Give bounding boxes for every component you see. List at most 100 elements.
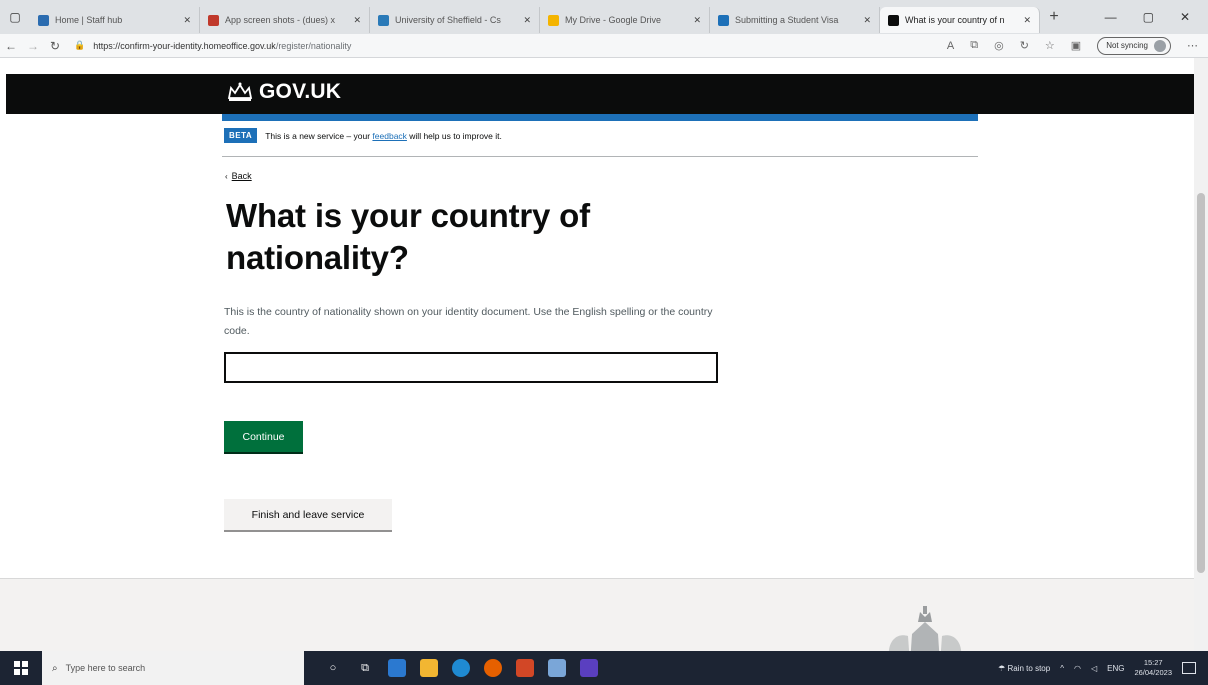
office-app-icon[interactable]: [516, 659, 534, 677]
taskbar-search[interactable]: ⌕ Type here to search: [42, 651, 304, 685]
url-path: /register/nationality: [275, 40, 352, 51]
wifi-icon[interactable]: ◠: [1074, 664, 1081, 673]
browser-address-bar: ← → ↻ 🔒 https://confirm-your-identity.ho…: [0, 34, 1208, 58]
clock-time: 15:27: [1143, 658, 1163, 667]
paint-app-icon[interactable]: [580, 659, 598, 677]
address-bar-actions: A ⧉ ◎ ↻ ☆ ▣ Not syncing ⋯: [947, 36, 1208, 55]
cortana-icon[interactable]: ○: [324, 659, 342, 677]
system-tray: ☂ Rain to stop ^ ◠ ◁ ENG 15:27 26/04/202…: [998, 658, 1208, 678]
window-menu-icon[interactable]: ▢: [0, 0, 30, 34]
forward-arrow-icon[interactable]: →: [22, 39, 44, 53]
browser-tab[interactable]: Submitting a Student Visa ✕: [710, 7, 880, 33]
page-scrollbar[interactable]: [1194, 58, 1208, 651]
header-blue-rule: [222, 114, 978, 121]
clock-date: 26/04/2023: [1134, 668, 1172, 677]
edge-browser-icon[interactable]: [452, 659, 470, 677]
profile-avatar-icon: [1154, 39, 1166, 52]
input-language[interactable]: ENG: [1107, 664, 1124, 673]
mail-app-icon[interactable]: [388, 659, 406, 677]
tab-label: What is your country of n: [905, 15, 1005, 25]
tab-label: App screen shots - (dues) x: [225, 15, 336, 25]
browser-tab[interactable]: Home | Staff hub ✕: [30, 7, 200, 33]
tab-label: Submitting a Student Visa: [735, 15, 839, 25]
nationality-input[interactable]: [224, 352, 718, 383]
read-aloud-icon[interactable]: A: [947, 40, 954, 52]
tracking-icon[interactable]: ◎: [994, 39, 1004, 52]
favorites-star-icon[interactable]: ☆: [1045, 39, 1055, 52]
phase-banner-divider: [222, 156, 978, 157]
search-icon: ⌕: [52, 662, 58, 674]
windows-taskbar: ⌕ Type here to search ○ ⧉ ☂ Rain to stop…: [0, 651, 1208, 685]
phase-tag: BETA: [224, 128, 258, 143]
task-view-icon[interactable]: ⧉: [356, 659, 374, 677]
tab-favicon-icon: [208, 14, 219, 26]
page-top-gap: [0, 58, 1208, 74]
url-host: https://confirm-your-identity.homeoffice…: [93, 40, 276, 51]
phase-text-before: This is a new service – your: [265, 130, 373, 141]
tab-close-icon[interactable]: ✕: [1023, 15, 1031, 26]
tab-close-icon[interactable]: ✕: [183, 15, 191, 26]
govuk-header: GOV.UK: [6, 74, 1196, 114]
page-title: What is your country of nationality?: [226, 197, 590, 276]
sync-label: Not syncing: [1106, 41, 1148, 50]
nationality-hint: This is the country of nationality shown…: [224, 306, 713, 337]
tab-label: University of Sheffield - Cs: [395, 15, 501, 25]
tab-label: My Drive - Google Drive: [565, 15, 662, 25]
refresh-page-icon[interactable]: ↻: [1020, 39, 1029, 52]
firefox-icon[interactable]: [484, 659, 502, 677]
taskbar-search-placeholder: Type here to search: [65, 663, 146, 673]
browser-tab-bar: ▢ Home | Staff hub ✕ App screen shots - …: [0, 0, 1208, 34]
photos-app-icon[interactable]: [548, 659, 566, 677]
taskbar-apps: ○ ⧉: [324, 659, 598, 677]
start-button[interactable]: [0, 651, 42, 685]
govuk-logo-link[interactable]: GOV.UK: [227, 80, 341, 104]
weather-icon: ☂: [998, 663, 1006, 673]
close-window-icon[interactable]: ✕: [1180, 10, 1190, 24]
collections-icon[interactable]: ▣: [1071, 39, 1081, 52]
weather-widget[interactable]: ☂ Rain to stop: [998, 664, 1050, 673]
maximize-icon[interactable]: ▢: [1143, 10, 1154, 24]
tab-favicon-icon: [548, 14, 559, 26]
continue-button[interactable]: Continue: [224, 421, 303, 452]
notification-center-icon[interactable]: [1182, 662, 1196, 674]
crown-icon: [227, 82, 253, 101]
back-arrow-icon[interactable]: ←: [0, 39, 22, 53]
volume-icon[interactable]: ◁: [1091, 664, 1097, 673]
extensions-icon[interactable]: ⧉: [970, 39, 978, 52]
govuk-footer: [0, 578, 1194, 651]
tray-overflow-icon[interactable]: ^: [1060, 664, 1064, 673]
govuk-logo-text: GOV.UK: [259, 80, 342, 103]
feedback-link[interactable]: feedback: [372, 131, 407, 141]
lock-icon[interactable]: 🔒: [74, 40, 85, 51]
phase-text-after: will help us to improve it.: [406, 130, 502, 141]
browser-tab[interactable]: My Drive - Google Drive ✕: [540, 7, 710, 33]
browser-tab[interactable]: University of Sheffield - Cs ✕: [370, 7, 540, 33]
tab-favicon-icon: [888, 14, 899, 26]
phase-banner: BETA This is a new service – your feedba…: [224, 128, 978, 143]
windows-logo-icon: [14, 661, 28, 675]
file-explorer-icon[interactable]: [420, 659, 438, 677]
browser-tab[interactable]: App screen shots - (dues) x ✕: [200, 7, 370, 33]
tab-favicon-icon: [38, 14, 49, 26]
tab-favicon-icon: [378, 14, 389, 26]
minimize-icon[interactable]: —: [1105, 10, 1117, 24]
tab-close-icon[interactable]: ✕: [353, 15, 361, 26]
scrollbar-thumb[interactable]: [1197, 193, 1205, 573]
url-field[interactable]: 🔒 https://confirm-your-identity.homeoffi…: [74, 40, 634, 51]
phase-banner-text: This is a new service – your feedback wi…: [265, 131, 502, 141]
tab-label: Home | Staff hub: [55, 15, 123, 25]
new-tab-icon[interactable]: +: [1040, 8, 1068, 26]
more-menu-icon[interactable]: ⋯: [1187, 39, 1198, 52]
chevron-left-icon: ‹: [225, 171, 228, 181]
tab-close-icon[interactable]: ✕: [523, 15, 531, 26]
refresh-icon[interactable]: ↻: [44, 39, 66, 53]
tab-close-icon[interactable]: ✕: [693, 15, 701, 26]
royal-coat-of-arms-icon: [888, 606, 962, 651]
back-link[interactable]: ‹ Back: [225, 171, 252, 181]
profile-sync-button[interactable]: Not syncing: [1097, 36, 1171, 55]
browser-tab-active[interactable]: What is your country of n ✕: [880, 7, 1040, 33]
finish-and-leave-button[interactable]: Finish and leave service: [224, 499, 392, 530]
tab-close-icon[interactable]: ✕: [863, 15, 871, 26]
window-controls: — ▢ ✕: [1105, 10, 1208, 24]
taskbar-clock[interactable]: 15:27 26/04/2023: [1134, 658, 1172, 678]
